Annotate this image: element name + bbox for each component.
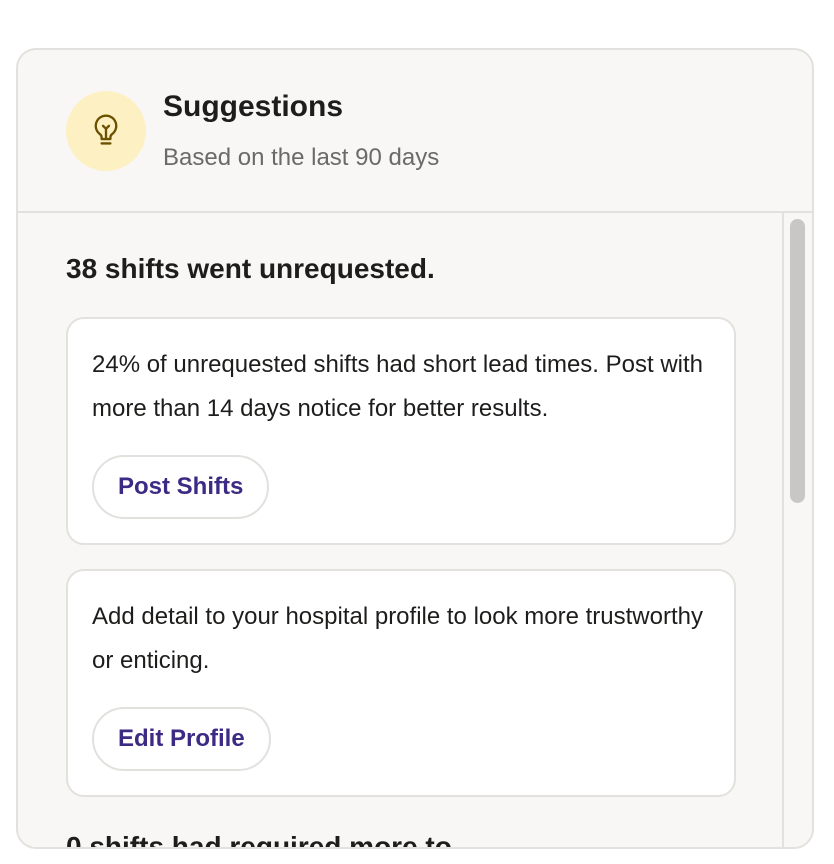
- suggestion-card: 24% of unrequested shifts had short lead…: [66, 317, 736, 545]
- panel-header: Suggestions Based on the last 90 days: [18, 50, 812, 213]
- panel-title: Suggestions: [163, 90, 344, 123]
- post-shifts-button[interactable]: Post Shifts: [92, 455, 270, 519]
- section-heading: 38 shifts went unrequested.: [66, 253, 435, 284]
- suggestions-scroll-area[interactable]: 38 shifts went unrequested. 24% of unreq…: [18, 213, 812, 847]
- suggestion-text: Add detail to your hospital profile to l…: [92, 603, 703, 674]
- lightbulb-badge: [66, 91, 146, 171]
- section-heading: 0 shifts had required more to: [66, 831, 452, 847]
- lightbulb-icon: [94, 114, 118, 145]
- suggestion-text: 24% of unrequested shifts had short lead…: [92, 351, 704, 422]
- scrollbar[interactable]: [782, 213, 812, 847]
- edit-profile-button[interactable]: Edit Profile: [92, 707, 271, 771]
- panel-subtitle: Based on the last 90 days: [163, 144, 440, 171]
- scrollbar-thumb[interactable]: [790, 219, 805, 503]
- suggestion-card: Add detail to your hospital profile to l…: [66, 569, 736, 797]
- suggestions-panel: Suggestions Based on the last 90 days 38…: [16, 48, 814, 849]
